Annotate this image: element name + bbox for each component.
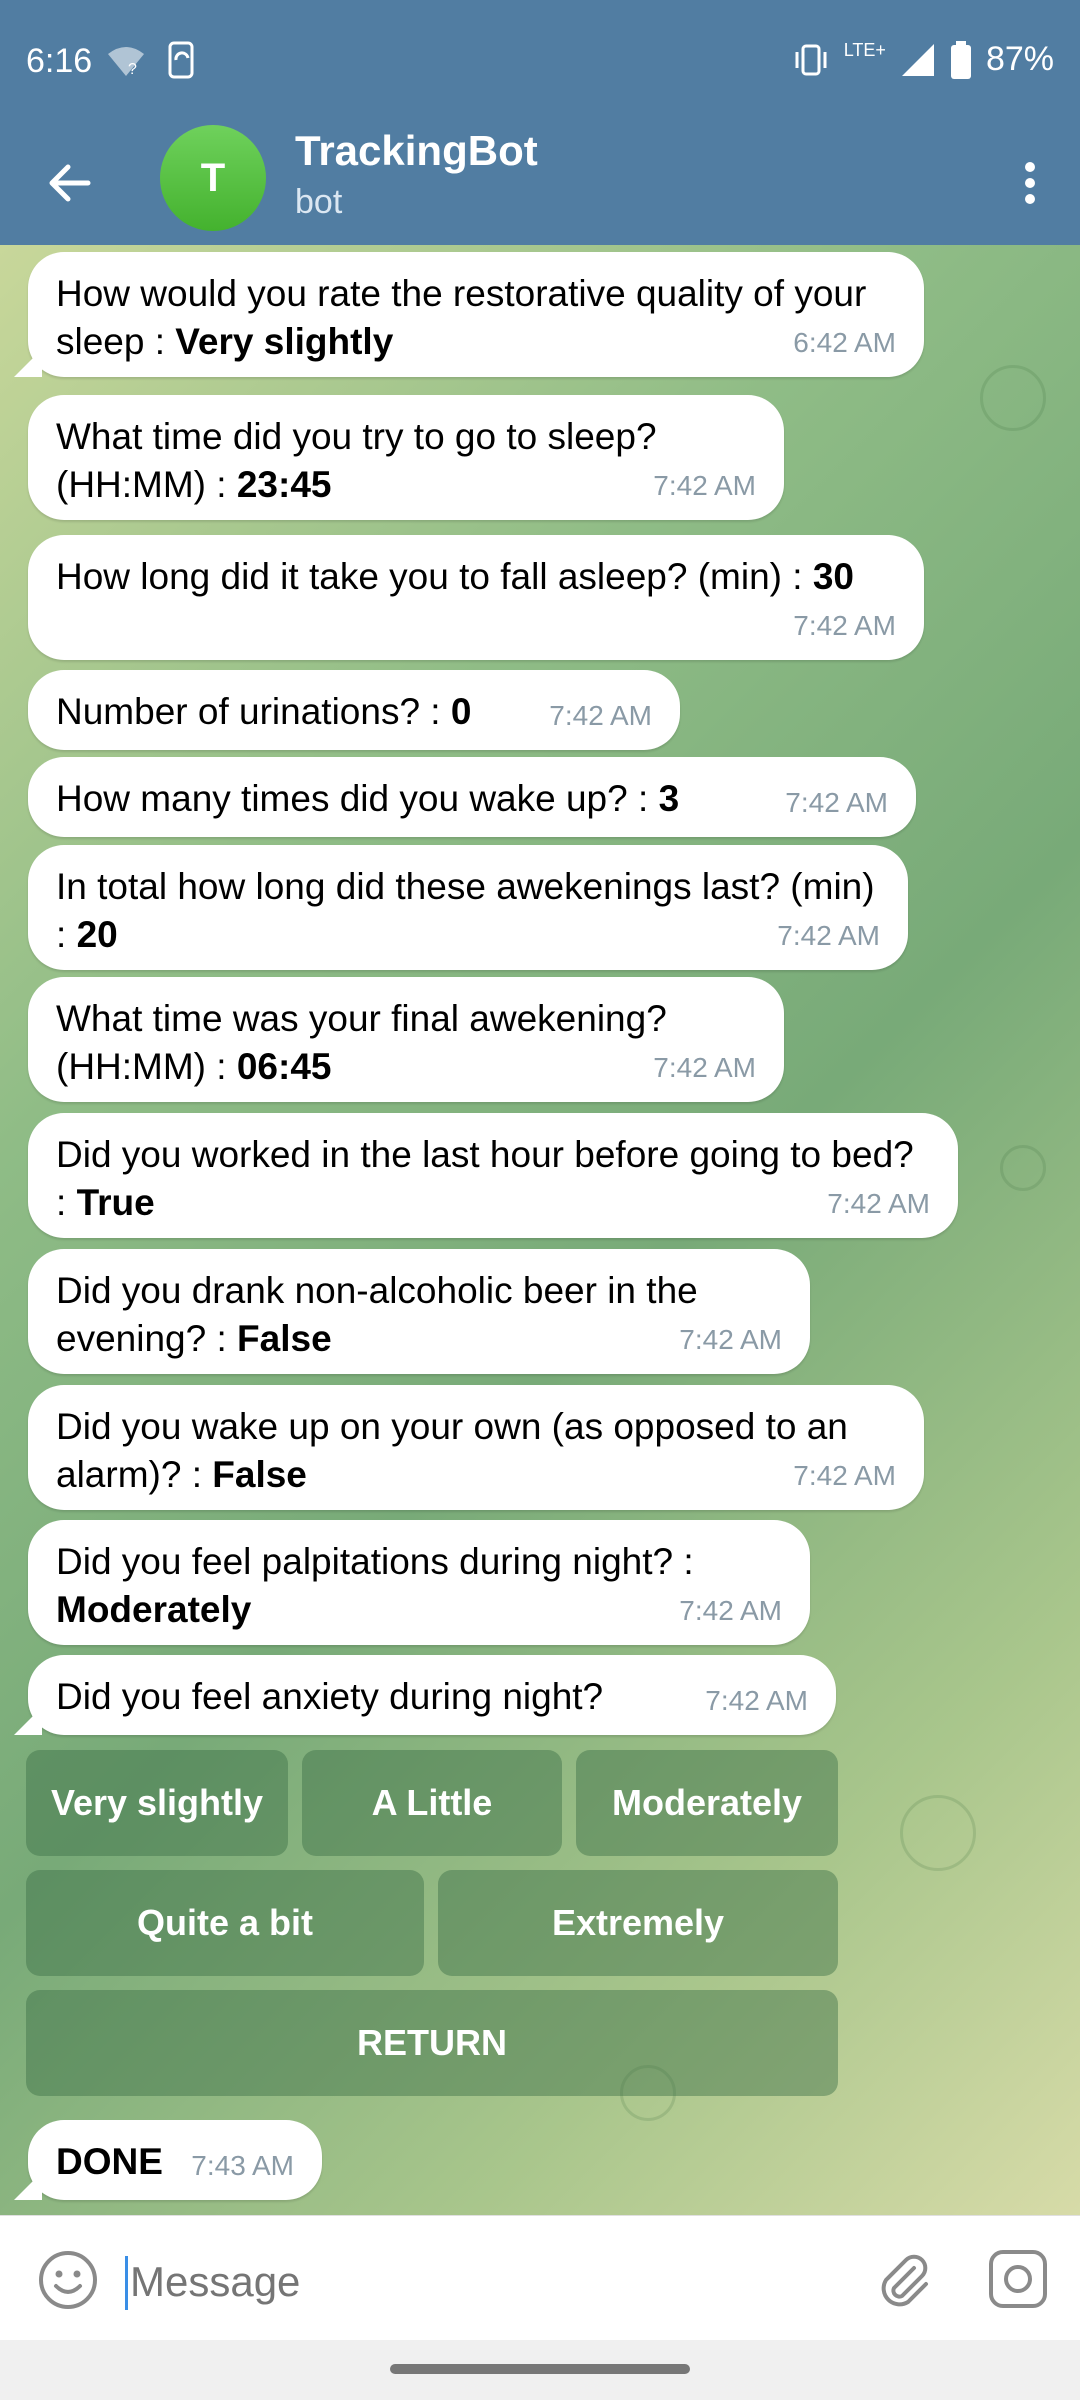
message-text: In total how long did these awekenings l… — [56, 866, 885, 955]
wifi-unknown-icon: ? — [108, 47, 144, 78]
message-time: 7:42 AM — [777, 920, 880, 951]
message-answer: Moderately — [56, 1589, 252, 1630]
message-text: How long did it take you to fall asleep?… — [56, 556, 813, 597]
message-time: 7:43 AM — [191, 2150, 294, 2181]
message-text: Did you drank non-alcoholic beer in the … — [56, 1270, 708, 1359]
message-time: 7:42 AM — [827, 1188, 930, 1219]
message-time: 6:42 AM — [793, 327, 896, 358]
bubble-tail — [14, 2172, 42, 2200]
message-time: 7:42 AM — [549, 700, 652, 731]
message-answer: False — [212, 1454, 307, 1495]
bubble-tail — [14, 349, 42, 377]
message-bubble[interactable]: What time was your final awekening? (HH:… — [28, 977, 784, 1102]
message-bubble[interactable]: Did you drank non-alcoholic beer in the … — [28, 1249, 810, 1374]
message-answer: Very slightly — [175, 321, 394, 362]
chat-title[interactable]: TrackingBot — [295, 127, 538, 175]
message-bubble[interactable]: How many times did you wake up? : 3 7:42… — [28, 757, 916, 837]
status-time: 6:16 — [26, 42, 93, 80]
option-very-slightly-button[interactable]: Very slightly — [26, 1750, 288, 1856]
message-bubble[interactable]: Did you wake up on your own (as opposed … — [28, 1385, 924, 1510]
background-doodle — [980, 365, 1046, 431]
option-extremely-button[interactable]: Extremely — [438, 1870, 838, 1976]
system-nav-bar — [0, 2340, 1080, 2400]
attach-icon[interactable] — [870, 2246, 936, 2312]
svg-text:?: ? — [128, 61, 137, 78]
message-time: 7:42 AM — [679, 1595, 782, 1626]
message-text: How many times did you wake up? : — [56, 778, 659, 819]
option-quite-a-bit-button[interactable]: Quite a bit — [26, 1870, 424, 1976]
message-time: 7:42 AM — [653, 470, 756, 501]
option-a-little-button[interactable]: A Little — [302, 1750, 562, 1856]
bot-avatar[interactable]: T — [160, 125, 266, 231]
chat-header: T TrackingBot bot — [0, 125, 1080, 245]
background-doodle — [900, 1795, 976, 1871]
status-bar: 6:16 ? LTE+ 87% — [0, 0, 1080, 125]
message-input-bar — [0, 2215, 1080, 2341]
network-type: LTE+ — [843, 40, 886, 60]
camera-icon[interactable] — [985, 2246, 1051, 2312]
chat-area[interactable]: How would you rate the restorative quali… — [0, 245, 1080, 2215]
message-bubble[interactable]: Did you worked in the last hour before g… — [28, 1113, 958, 1238]
message-time: 7:42 AM — [653, 1052, 756, 1083]
message-answer: False — [237, 1318, 332, 1359]
message-answer: 06:45 — [236, 1046, 332, 1087]
message-text: Did you worked in the last hour before g… — [56, 1134, 925, 1223]
message-answer: 3 — [658, 778, 680, 819]
message-answer: 30 — [812, 556, 854, 597]
message-time: 7:42 AM — [793, 610, 896, 641]
message-bubble[interactable]: Did you feel anxiety during night? 7:42 … — [14, 1655, 836, 1735]
message-bubble[interactable]: In total how long did these awekenings l… — [28, 845, 908, 970]
message-time: 7:42 AM — [705, 1685, 808, 1716]
home-gesture-bar[interactable] — [390, 2364, 690, 2374]
message-time: 7:42 AM — [785, 787, 888, 818]
message-text: Number of urinations? : — [56, 691, 451, 732]
emoji-icon[interactable] — [36, 2248, 100, 2312]
sync-phone-icon — [168, 41, 194, 79]
message-text: Did you feel palpitations during night? … — [56, 1541, 704, 1582]
battery-percent: 87% — [985, 40, 1054, 78]
more-options-icon[interactable] — [1000, 153, 1060, 213]
return-button[interactable]: RETURN — [26, 1990, 838, 2096]
message-answer: True — [76, 1182, 155, 1223]
message-time: 7:42 AM — [679, 1324, 782, 1355]
message-answer: 23:45 — [236, 464, 332, 505]
message-text: What time did you try to go to sleep? (H… — [56, 416, 667, 505]
message-bubble[interactable]: Number of urinations? : 0 7:42 AM — [28, 670, 680, 750]
message-bubble[interactable]: How long did it take you to fall asleep?… — [28, 535, 924, 660]
bubble-tail — [14, 1707, 42, 1735]
message-answer: DONE — [56, 2141, 163, 2182]
message-time: 7:42 AM — [793, 1460, 896, 1491]
message-text: What time was your final awekening? (HH:… — [56, 998, 678, 1087]
message-bubble[interactable]: How would you rate the restorative quali… — [14, 252, 924, 377]
background-doodle — [1000, 1145, 1046, 1191]
message-answer: 0 — [450, 691, 472, 732]
message-input[interactable] — [128, 2248, 852, 2316]
signal-icon — [901, 43, 934, 76]
back-arrow-icon[interactable] — [40, 153, 100, 213]
battery-icon — [950, 40, 971, 79]
option-moderately-button[interactable]: Moderately — [576, 1750, 838, 1856]
message-bubble[interactable]: What time did you try to go to sleep? (H… — [28, 395, 784, 520]
chat-subtitle: bot — [295, 183, 343, 221]
message-bubble[interactable]: DONE 7:43 AM — [14, 2120, 322, 2200]
message-text: Did you wake up on your own (as opposed … — [56, 1406, 859, 1495]
vibrate-icon — [795, 44, 827, 75]
message-answer: 20 — [76, 914, 118, 955]
message-bubble[interactable]: Did you feel palpitations during night? … — [28, 1520, 810, 1645]
message-text: Did you feel anxiety during night? — [56, 1676, 604, 1717]
